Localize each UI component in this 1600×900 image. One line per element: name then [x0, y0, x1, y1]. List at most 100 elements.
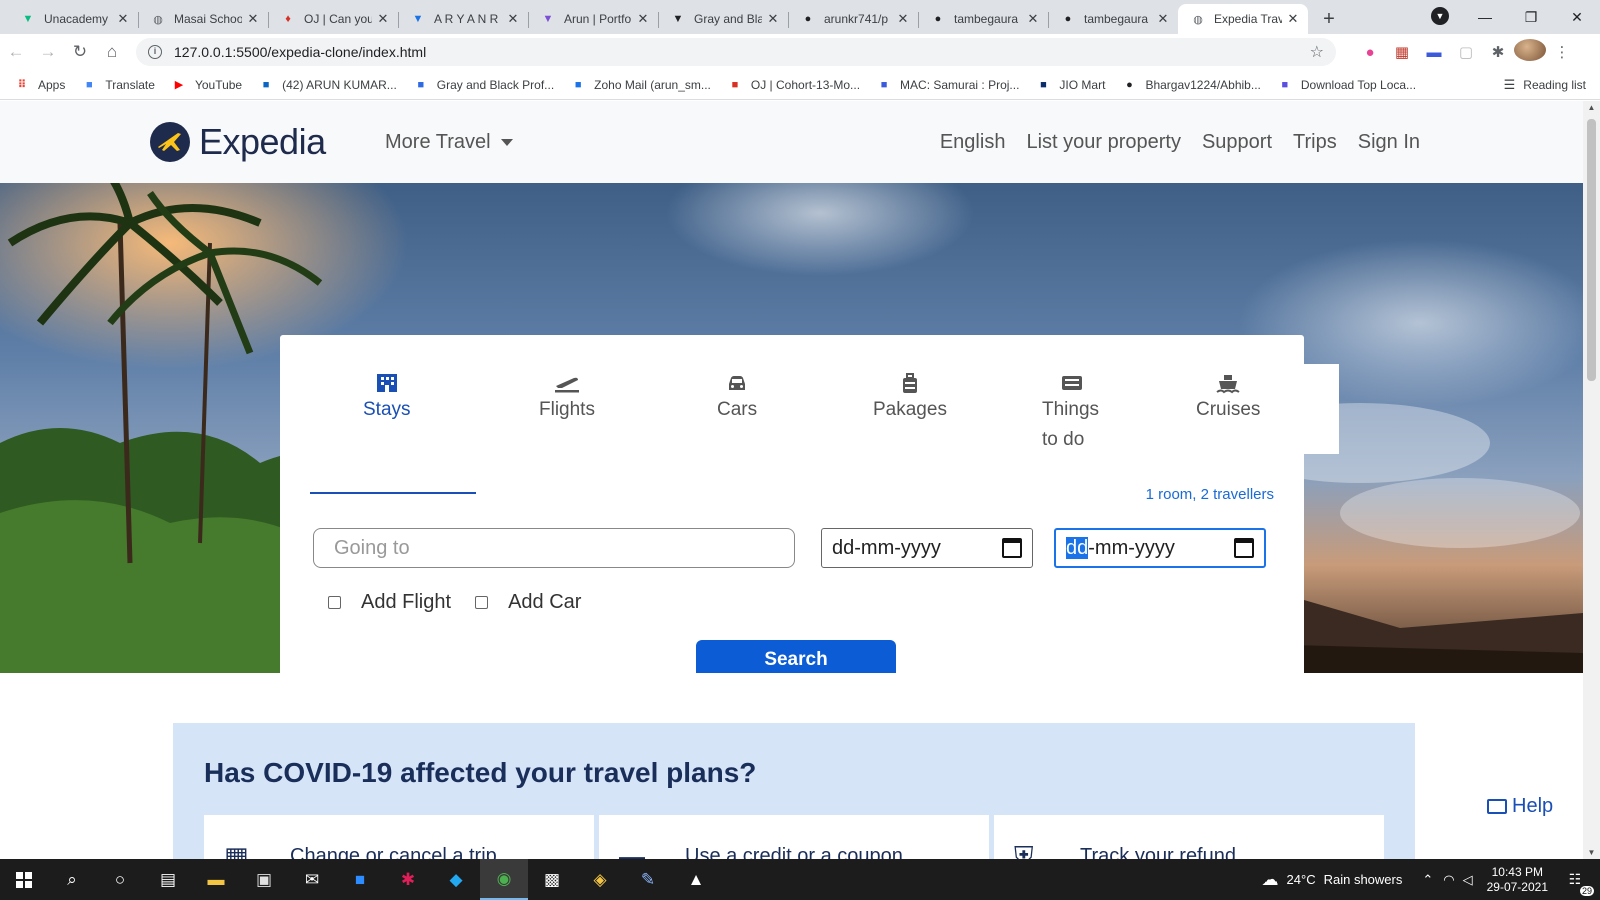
clapper-app-icon[interactable]: ▩ — [528, 859, 576, 900]
bookmark-item[interactable]: ■ JIO Mart — [1035, 77, 1105, 93]
browser-tab[interactable]: ▼ Arun | Portfo ✕ — [528, 4, 658, 34]
browser-menu-icon[interactable]: ⋮ — [1546, 43, 1578, 61]
add-car-checkbox[interactable] — [475, 596, 489, 609]
tab-close-icon[interactable]: ✕ — [636, 11, 650, 27]
scroll-down-arrow-icon[interactable]: ▼ — [1583, 848, 1600, 857]
forward-button[interactable]: → — [32, 42, 64, 62]
browser-tab[interactable]: ▼ Unacademy ✕ — [8, 4, 138, 34]
calendar-picker-icon[interactable] — [1234, 538, 1254, 558]
vscode-app-icon[interactable]: ◆ — [432, 859, 480, 900]
bookmark-star-icon[interactable]: ☆ — [1310, 42, 1324, 62]
bookmark-item[interactable]: ■ Download Top Loca... — [1277, 77, 1417, 93]
search-button[interactable]: Search — [696, 640, 896, 673]
slack-app-icon[interactable]: ✱ — [384, 859, 432, 900]
tab-things-to-do[interactable]: Things to do — [1042, 373, 1099, 455]
bookmark-item[interactable]: ■ OJ | Cohort-13-Mo... — [727, 77, 860, 93]
more-travel-dropdown[interactable]: More Travel — [385, 131, 513, 154]
volume-icon[interactable]: ◁ — [1463, 872, 1473, 888]
tab-close-icon[interactable]: ✕ — [376, 11, 390, 27]
tab-close-icon[interactable]: ✕ — [1156, 11, 1170, 27]
bookmark-item[interactable]: ⠿ Apps — [14, 77, 66, 93]
weather-widget[interactable]: ☁ 24°C Rain showers — [1262, 870, 1403, 890]
notification-center-icon[interactable]: ☷ 29 — [1560, 871, 1594, 896]
scroll-up-arrow-icon[interactable]: ▲ — [1583, 103, 1600, 112]
tab-cars[interactable]: Cars — [717, 373, 757, 421]
tab-search-icon[interactable]: ▼ — [1431, 7, 1449, 25]
checkout-date-input[interactable]: dd-mm-yyyy — [1054, 528, 1266, 568]
change-cancel-card[interactable]: ▦ Change or cancel a trip — [204, 815, 594, 859]
back-button[interactable]: ← — [0, 42, 32, 62]
wifi-icon[interactable]: ◠ — [1443, 872, 1454, 888]
going-to-input[interactable]: Going to — [313, 528, 795, 568]
tab-packages[interactable]: Pakages — [873, 373, 947, 421]
zoom-app-icon[interactable]: ■ — [336, 859, 384, 900]
credit-coupon-card[interactable]: ▬ Use a credit or a coupon — [599, 815, 989, 859]
store-icon[interactable]: ▣ — [240, 859, 288, 900]
minimize-button[interactable]: — — [1462, 9, 1508, 25]
browser-tab[interactable]: ● tambegaura ✕ — [1048, 4, 1178, 34]
add-flight-checkbox[interactable] — [328, 596, 341, 609]
tab-close-icon[interactable]: ✕ — [506, 11, 520, 27]
maximize-button[interactable]: ❐ — [1508, 9, 1554, 26]
task-view-icon[interactable]: ▤ — [144, 859, 192, 900]
scroll-thumb[interactable] — [1587, 119, 1596, 381]
page-scrollbar[interactable]: ▲ ▼ — [1583, 101, 1600, 859]
nav-support[interactable]: Support — [1202, 131, 1272, 154]
tab-stays[interactable]: Stays — [363, 373, 411, 421]
tab-close-icon[interactable]: ✕ — [896, 11, 910, 27]
tab-close-icon[interactable]: ✕ — [1026, 11, 1040, 27]
color-picker-extension-icon[interactable]: ● — [1354, 44, 1386, 61]
tab-close-icon[interactable]: ✕ — [766, 11, 780, 27]
bookmark-item[interactable]: ■ Gray and Black Prof... — [413, 77, 554, 93]
browser-tab[interactable]: ◍ Masai School ✕ — [138, 4, 268, 34]
nav-sign-in[interactable]: Sign In — [1358, 131, 1420, 154]
file-explorer-icon[interactable]: ▬ — [192, 859, 240, 900]
paint-app-icon[interactable]: ✎ — [624, 859, 672, 900]
profile-avatar[interactable] — [1514, 39, 1546, 65]
browser-tab[interactable]: ♦ OJ | Can you ✕ — [268, 4, 398, 34]
browser-tab[interactable]: ▼ Gray and Bla ✕ — [658, 4, 788, 34]
mail-app-icon[interactable]: ✉ — [288, 859, 336, 900]
browser-tab[interactable]: ▼ A R Y A N R ✕ — [398, 4, 528, 34]
start-button[interactable] — [0, 859, 48, 900]
site-info-icon[interactable]: i — [148, 45, 162, 59]
bookmark-item[interactable]: ▶ YouTube — [171, 77, 242, 93]
track-refund-card[interactable]: ⛨ Track your refund — [994, 815, 1384, 859]
expedia-logo[interactable]: Expedia — [150, 121, 326, 163]
address-bar[interactable]: i 127.0.0.1:5500/expedia-clone/index.htm… — [136, 38, 1336, 66]
reading-list-button[interactable]: ☰ Reading list — [1504, 77, 1586, 93]
calendar-extension-icon[interactable]: ▦ — [1386, 43, 1418, 61]
checkin-date-input[interactable]: dd-mm-yyyy — [821, 528, 1033, 568]
bookmark-item[interactable]: ■ Zoho Mail (arun_sm... — [570, 77, 711, 93]
new-tab-button[interactable]: + — [1314, 4, 1344, 34]
blank-extension-icon[interactable]: ▢ — [1450, 43, 1482, 61]
home-button[interactable]: ⌂ — [96, 42, 128, 62]
nav-english[interactable]: English — [940, 131, 1006, 154]
travellers-link[interactable]: 1 room, 2 travellers — [1146, 486, 1274, 503]
taskbar-search-icon[interactable]: ⌕ — [48, 859, 96, 900]
tab-cruises[interactable]: Cruises — [1196, 373, 1260, 421]
photos-app-icon[interactable]: ▲ — [672, 859, 720, 900]
bookmark-item[interactable]: ■ (42) ARUN KUMAR... — [258, 77, 397, 93]
close-window-button[interactable]: ✕ — [1554, 9, 1600, 26]
cortana-icon[interactable]: ○ — [96, 859, 144, 900]
bookmark-item[interactable]: ● Bhargav1224/Abhib... — [1121, 77, 1261, 93]
browser-tab[interactable]: ● arunkr741/p ✕ — [788, 4, 918, 34]
window-extension-icon[interactable]: ▬ — [1418, 44, 1450, 61]
tray-chevron-up-icon[interactable]: ⌃ — [1422, 872, 1433, 888]
browser-tab[interactable]: ◍ Expedia Trav ✕ — [1178, 4, 1308, 34]
bookmark-item[interactable]: ■ MAC: Samurai : Proj... — [876, 77, 1020, 93]
nav-trips[interactable]: Trips — [1293, 131, 1337, 154]
nav-list-property[interactable]: List your property — [1026, 131, 1181, 154]
tab-close-icon[interactable]: ✕ — [1286, 11, 1300, 27]
tab-flights[interactable]: Flights — [539, 373, 595, 421]
calendar-picker-icon[interactable] — [1002, 538, 1022, 558]
chrome-app-icon[interactable]: ◉ — [480, 859, 528, 900]
bookmark-item[interactable]: ■ Translate — [81, 77, 155, 93]
browser-tab[interactable]: ● tambegaura ✕ — [918, 4, 1048, 34]
help-button[interactable]: Help — [1487, 795, 1553, 818]
clock[interactable]: 10:43 PM 29-07-2021 — [1487, 865, 1548, 895]
tab-close-icon[interactable]: ✕ — [246, 11, 260, 27]
puzzle-extensions-icon[interactable]: ✱ — [1482, 43, 1514, 61]
tab-close-icon[interactable]: ✕ — [116, 11, 130, 27]
